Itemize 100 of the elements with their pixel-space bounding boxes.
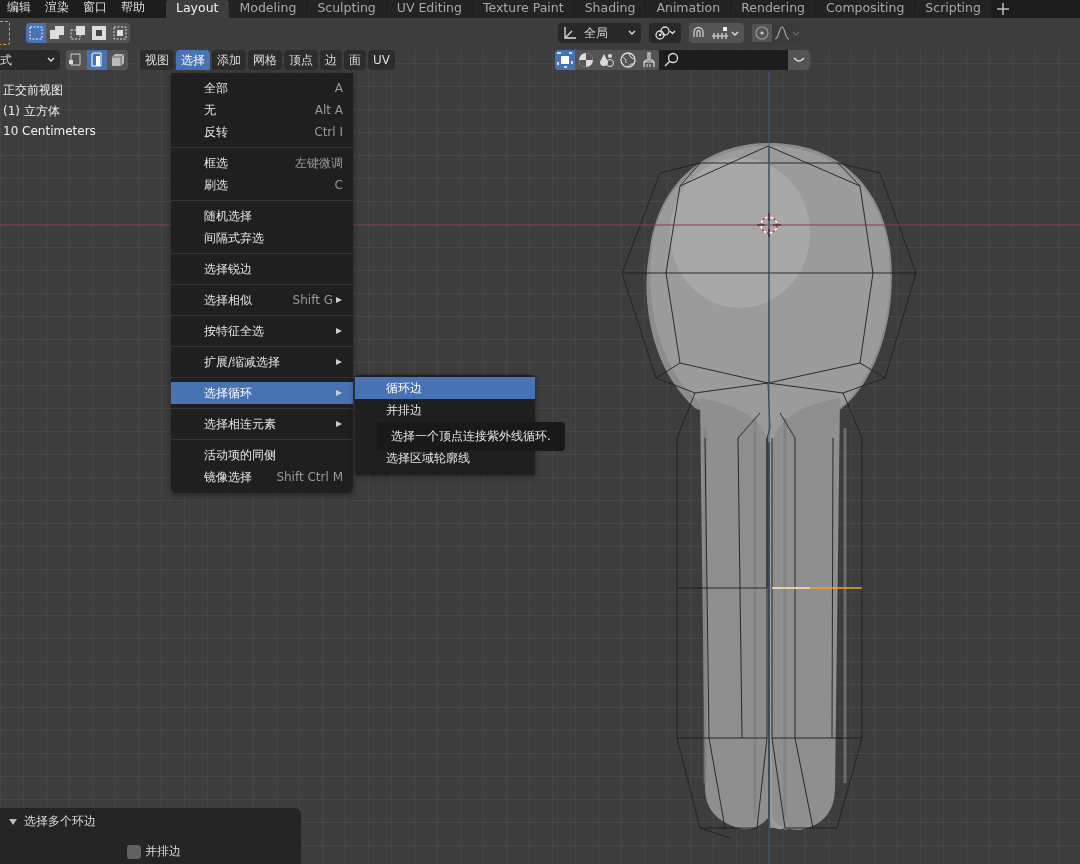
viewport-info-text: 正交前视图 [3, 82, 64, 99]
menu-item-label: 扩展/缩减选择 [204, 353, 282, 371]
menu-item[interactable]: 间隔式弃选 [171, 227, 353, 249]
menu-item[interactable]: 扩展/缩减选择 [171, 351, 353, 373]
menu-item[interactable]: 反转 Ctrl I [171, 121, 353, 143]
menu-item-label: 选择循环 [204, 384, 253, 402]
header-menu[interactable]: 顶点 [284, 50, 318, 70]
shortcut-text: Shift G [292, 293, 333, 307]
selection-mode-icon [48, 24, 66, 42]
shading-icon [577, 51, 595, 69]
menu-item-label: 选择相连元素 [204, 415, 277, 433]
search-icon [663, 52, 679, 68]
shortcut-text: Shift Ctrl M [276, 470, 343, 484]
menu-item[interactable]: 框选 左键微调 [171, 152, 353, 174]
filter-button[interactable] [618, 50, 638, 70]
menu-item-label: 刷选 [204, 176, 229, 194]
orientation-label: 全局 [584, 24, 609, 42]
header-menu[interactable]: 添加 [212, 50, 246, 70]
menu-item[interactable]: 循环边 [355, 377, 535, 399]
menu-item[interactable]: 按特征全选 [171, 320, 353, 342]
snap-group[interactable] [689, 23, 744, 43]
pivot-dropdown[interactable] [649, 23, 681, 43]
viewport-info-text: 10 Centimeters [3, 124, 97, 138]
shortcut-text: Ctrl I [314, 125, 343, 139]
proportional-edit-icon[interactable] [752, 24, 772, 42]
header-menu[interactable]: 面 [344, 50, 366, 70]
menu-item-label: 全部 [204, 79, 229, 97]
workspace-tab[interactable]: Scripting [915, 0, 991, 18]
axes-icon [562, 25, 578, 41]
selection-mode-icon [69, 24, 87, 42]
menu-item-label: 随机选择 [204, 207, 253, 225]
menu-item[interactable]: 随机选择 [171, 205, 353, 227]
menu-item[interactable]: 刷选 C [171, 174, 353, 196]
workspace-tab[interactable]: Animation [646, 0, 731, 18]
menu-item-label: 间隔式弃选 [204, 229, 265, 247]
dropdown-button[interactable] [788, 50, 810, 70]
workspace-tab[interactable]: Modeling [229, 0, 307, 18]
workspace-tab[interactable]: Texture Paint [472, 0, 574, 18]
menu-item-label: 反转 [204, 123, 229, 141]
mode-label: 式 [0, 51, 12, 69]
viewport-info-text: (1) 立方体 [3, 103, 61, 120]
brush-icon [640, 51, 658, 69]
shortcut-text: Alt A [314, 103, 343, 117]
pivot-icon [653, 25, 677, 41]
menu-item-label: 活动项的同侧 [204, 446, 277, 464]
workspace-tab[interactable]: Sculpting [307, 0, 386, 18]
expand-triangle-icon[interactable] [8, 816, 18, 827]
selection-mode-icon [111, 24, 129, 42]
orientation-dropdown[interactable]: 全局 [558, 23, 641, 43]
menu-item[interactable]: 选择锐边 [171, 258, 353, 280]
menu-item-label: 框选 [204, 154, 229, 172]
shortcut-text: C [334, 178, 343, 192]
menu-item[interactable]: 选择相连元素 [171, 413, 353, 435]
menu-item[interactable]: 活动项的同侧 [171, 444, 353, 466]
globe-icon [619, 51, 637, 69]
3d-cursor-icon [756, 212, 782, 238]
shapes-icon [598, 51, 616, 69]
menu-item[interactable]: 选择相似 Shift G [171, 289, 353, 311]
select-mode-button[interactable] [87, 50, 107, 70]
shortcut-text: 左键微调 [295, 154, 343, 172]
panel-title: 选择多个环边 [24, 813, 96, 830]
selection-mode-icon [27, 24, 45, 42]
search-field[interactable] [659, 50, 788, 70]
tool-icon[interactable] [0, 21, 10, 45]
workspace-tab[interactable]: Shading [574, 0, 646, 18]
menu-item-label: 无 [204, 101, 217, 119]
workspace-tab[interactable]: Rendering [731, 0, 815, 18]
selection-mode-button[interactable] [89, 23, 109, 43]
filter-button[interactable] [576, 50, 596, 70]
selection-mode-button[interactable] [110, 23, 130, 43]
add-icon[interactable] [995, 2, 1010, 16]
menu-item-label: 按特征全选 [204, 322, 265, 340]
header-menu[interactable]: 选择 [176, 50, 210, 70]
menu-item[interactable]: 全部 A [171, 77, 353, 99]
menu-item[interactable]: 选择循环 [171, 382, 353, 404]
mode-dropdown[interactable]: 式 [0, 50, 60, 70]
workspace-tab[interactable]: Layout [166, 0, 229, 18]
menu-item-label: 选择相似 [204, 291, 253, 309]
checkbox[interactable] [127, 844, 141, 859]
tooltip: 选择一个顶点连接紫外线循环. [377, 422, 565, 451]
menu-item[interactable]: 镜像选择 Shift Ctrl M [171, 466, 353, 488]
menu-item[interactable]: 无 Alt A [171, 99, 353, 121]
menu-item[interactable]: 窗口 [76, 0, 114, 18]
workspace-tab[interactable]: UV Editing [386, 0, 472, 18]
object-select-icon [556, 51, 574, 69]
header-menu[interactable]: 网格 [248, 50, 282, 70]
menu-item[interactable]: 并排边 [355, 399, 535, 421]
header-menu[interactable]: 视图 [140, 50, 174, 70]
workspace-tab[interactable]: Compositing [816, 0, 915, 18]
menu-item-label: 镜像选择 [204, 468, 253, 486]
menu-item[interactable]: 帮助 [114, 0, 152, 18]
header-menu[interactable]: 边 [320, 50, 342, 70]
falloff-icon[interactable] [773, 24, 801, 42]
selection-mode-icon [90, 24, 108, 42]
filter-button[interactable] [555, 50, 575, 70]
menu-item[interactable]: 编辑 [0, 0, 38, 18]
snap-increment-icon[interactable] [710, 24, 740, 42]
menu-item[interactable]: 渲染 [38, 0, 76, 18]
face-mode-icon [109, 51, 127, 69]
header-menu[interactable]: UV [368, 50, 395, 70]
